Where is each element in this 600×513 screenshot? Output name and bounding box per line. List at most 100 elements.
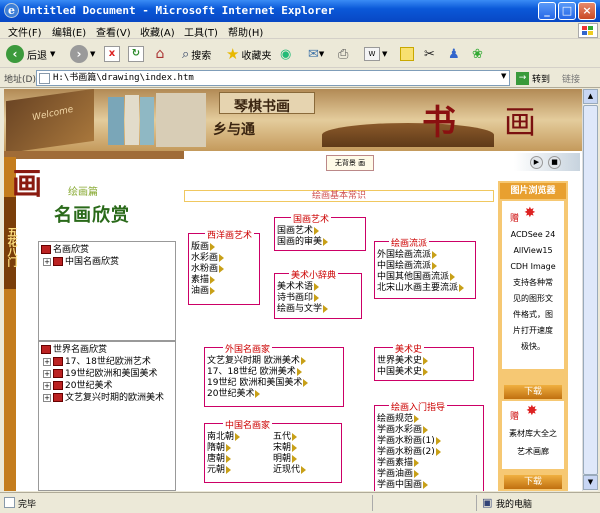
link-item[interactable]: 美术术语 xyxy=(277,282,328,293)
link-item[interactable]: 学画水粉画(1) xyxy=(377,436,441,447)
expand-icon[interactable]: + xyxy=(43,257,51,266)
ie-icon[interactable]: e xyxy=(4,3,19,18)
expand-icon[interactable]: + xyxy=(43,381,51,390)
download-button[interactable]: 下载 xyxy=(504,475,562,489)
link-item[interactable]: 外国绘画流派 xyxy=(377,250,464,261)
chevron-down-icon[interactable]: ▼ xyxy=(50,50,55,58)
discuss-button[interactable] xyxy=(400,44,414,64)
favorites-button[interactable]: ★ 收藏夹 xyxy=(226,44,271,64)
expand-icon[interactable]: + xyxy=(43,393,51,402)
menu-edit[interactable]: 编辑(E) xyxy=(52,24,86,39)
link-item[interactable]: 中国其他国画流派 xyxy=(377,272,464,283)
link-item[interactable]: 近现代 xyxy=(273,465,307,476)
close-button[interactable]: × xyxy=(578,2,596,20)
maximize-button[interactable]: □ xyxy=(558,2,576,20)
link-item[interactable]: 19世纪 欧洲和美国美术 xyxy=(207,378,309,389)
link-item[interactable]: 学画水彩画 xyxy=(377,425,441,436)
messenger-button[interactable]: ♟ xyxy=(448,44,460,64)
link-item[interactable]: 学画油画 xyxy=(377,469,441,480)
expand-icon[interactable]: + xyxy=(43,369,51,378)
mail-icon: ✉ xyxy=(308,46,319,62)
logo-char: 画 xyxy=(12,167,42,202)
link-item[interactable]: 诗书画印 xyxy=(277,293,328,304)
mail-button[interactable]: ✉ ▼ xyxy=(308,44,324,64)
link-item[interactable]: 宋朝 xyxy=(273,443,306,454)
scroll-down-button[interactable]: ▼ xyxy=(583,475,598,490)
minimize-button[interactable]: _ xyxy=(538,2,556,20)
toolbar: ‹ 后退 ▼ › ▼ x ↻ ⌂ ⌕ 搜索 ★ 收藏夹 ◉ ✉ ▼ ⎙ W ▼ … xyxy=(0,39,600,68)
link-item[interactable]: 南北朝 xyxy=(207,432,241,443)
menu-file[interactable]: 文件(F) xyxy=(8,24,42,39)
menu-view[interactable]: 查看(V) xyxy=(96,24,131,39)
link-item[interactable]: 绘画规范 xyxy=(377,414,441,425)
forward-button[interactable]: › ▼ xyxy=(70,44,95,64)
link-item[interactable]: 隋朝 xyxy=(207,443,240,454)
status-divider xyxy=(372,495,373,511)
expand-icon[interactable]: + xyxy=(43,357,51,366)
link-item[interactable]: 文艺复兴时期 欧洲美术 xyxy=(207,356,308,367)
note-icon xyxy=(400,47,414,61)
tree-root[interactable]: 名画欣赏 xyxy=(41,245,89,256)
address-input[interactable]: H:\书画篇\drawing\index.htm xyxy=(36,70,510,86)
address-dropdown-icon[interactable]: ▼ xyxy=(501,72,506,80)
tree-item[interactable]: + 中国名画欣赏 xyxy=(43,257,119,268)
link-item[interactable]: 元朝 xyxy=(207,465,240,476)
link-item[interactable]: 明朝 xyxy=(273,454,306,465)
refresh-icon: ↻ xyxy=(128,46,144,62)
vertical-scrollbar[interactable]: ▲ ▼ xyxy=(582,89,598,491)
link-item[interactable]: 北宋山水画主要流派 xyxy=(377,283,465,294)
menu-help[interactable]: 帮助(H) xyxy=(228,24,263,39)
link-item[interactable]: 学画水粉画(2) xyxy=(377,447,441,458)
tree-item[interactable]: + 文艺复兴时期的欧洲美术 xyxy=(43,393,164,404)
link-item[interactable]: 学画素描 xyxy=(377,458,441,469)
link-item[interactable]: 中国绘画流派 xyxy=(377,261,464,272)
scroll-thumb[interactable] xyxy=(583,105,598,475)
link-item[interactable]: 国画的审美 xyxy=(277,237,329,248)
tree-item[interactable]: +20世纪美术 xyxy=(43,381,112,392)
go-button[interactable]: → 转到 xyxy=(516,70,550,86)
home-button[interactable]: ⌂ xyxy=(152,44,168,64)
no-background-button[interactable]: 无背景 画 xyxy=(326,155,374,171)
link-item[interactable]: 世界美术史 xyxy=(377,356,429,367)
research-button[interactable]: ✂ xyxy=(424,44,435,64)
link-item[interactable]: 国画艺术 xyxy=(277,226,328,237)
menu-favorites[interactable]: 收藏(A) xyxy=(140,24,175,39)
library-description: 素材库大全之 艺术画廊 xyxy=(509,429,557,456)
stop-button[interactable]: x xyxy=(104,44,120,64)
address-bar: 地址(D) H:\书画篇\drawing\index.htm ▼ → 转到 链接 xyxy=(0,68,600,88)
link-item[interactable]: 20世纪美术 xyxy=(207,389,308,400)
stop-media-icon[interactable]: ■ xyxy=(548,156,561,169)
chevron-down-icon[interactable]: ▼ xyxy=(382,50,387,58)
link-item[interactable]: 中国美术史 xyxy=(377,367,429,378)
tree-item[interactable]: +19世纪欧洲和美国美术 xyxy=(43,369,157,380)
edit-button[interactable]: W ▼ xyxy=(364,44,387,64)
link-item[interactable]: 油画 xyxy=(191,286,224,297)
link-item[interactable]: 版画 xyxy=(191,242,224,253)
scroll-up-button[interactable]: ▲ xyxy=(583,89,598,104)
link-item[interactable]: 水粉画 xyxy=(191,264,225,275)
download-button[interactable]: 下载 xyxy=(504,385,562,399)
title-bar[interactable]: e Untitled Document - Microsoft Internet… xyxy=(0,0,600,22)
link-item[interactable]: 唐朝 xyxy=(207,454,240,465)
link-item[interactable]: 绘画与文学 xyxy=(277,304,329,315)
back-button[interactable]: ‹ 后退 ▼ xyxy=(6,44,55,64)
links-button[interactable]: 链接 xyxy=(562,72,580,85)
vertical-label[interactable]: 五花八门 xyxy=(4,197,16,289)
media-button[interactable]: ◉ xyxy=(280,44,291,64)
title-plaque: 琴棋书画 xyxy=(219,92,315,115)
print-button[interactable]: ⎙ xyxy=(338,44,348,64)
menu-tools[interactable]: 工具(T) xyxy=(184,24,218,39)
link-item[interactable]: 17、18世纪 欧洲美术 xyxy=(207,367,308,378)
msn-button[interactable]: ❀ xyxy=(472,44,483,64)
chevron-down-icon[interactable]: ▼ xyxy=(90,50,95,58)
play-icon[interactable]: ▶ xyxy=(530,156,543,169)
tree-item[interactable]: +17、18世纪欧洲艺术 xyxy=(43,357,151,368)
chevron-down-icon[interactable]: ▼ xyxy=(319,50,324,58)
link-item[interactable]: 水彩画 xyxy=(191,253,225,264)
link-item[interactable]: 学画中国画 xyxy=(377,480,441,491)
link-item[interactable]: 素描 xyxy=(191,275,224,286)
search-button[interactable]: ⌕ 搜索 xyxy=(182,44,211,64)
link-item[interactable]: 五代 xyxy=(273,432,306,443)
refresh-button[interactable]: ↻ xyxy=(128,44,144,64)
tree-root[interactable]: 世界名画欣赏 xyxy=(41,345,107,356)
